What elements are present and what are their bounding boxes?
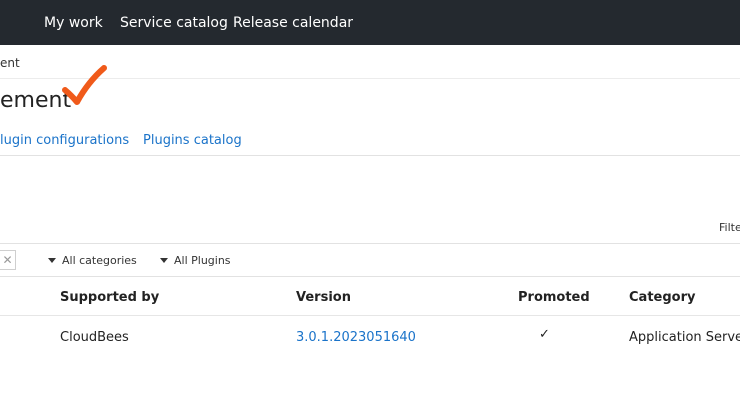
plugins-filter-dropdown[interactable]: All Plugins bbox=[160, 254, 231, 267]
checkmark-annotation-icon bbox=[62, 65, 107, 105]
plugins-filter-label: All Plugins bbox=[174, 254, 231, 267]
column-header-version[interactable]: Version bbox=[296, 290, 351, 305]
column-header-promoted[interactable]: Promoted bbox=[518, 290, 590, 305]
category-filter-dropdown[interactable]: All categories bbox=[48, 254, 137, 267]
nav-my-work[interactable]: My work bbox=[44, 15, 103, 31]
column-header-supported-by[interactable]: Supported by bbox=[60, 290, 159, 305]
caret-down-icon bbox=[48, 257, 56, 263]
cell-supported-by: CloudBees bbox=[60, 330, 129, 345]
filter-label: Filte bbox=[719, 221, 740, 234]
clear-search-button[interactable]: ✕ bbox=[0, 250, 16, 270]
divider bbox=[0, 78, 740, 79]
tab-plugins-catalog[interactable]: Plugins catalog bbox=[143, 133, 242, 148]
close-icon: ✕ bbox=[2, 253, 13, 267]
nav-release-calendar[interactable]: Release calendar bbox=[233, 15, 353, 31]
tab-plugin-configurations[interactable]: lugin configurations bbox=[0, 133, 129, 148]
divider bbox=[0, 243, 740, 244]
caret-down-icon bbox=[160, 257, 168, 263]
category-filter-label: All categories bbox=[62, 254, 137, 267]
divider bbox=[0, 315, 740, 316]
check-icon: ✓ bbox=[539, 327, 550, 342]
column-header-category[interactable]: Category bbox=[629, 290, 695, 305]
version-link[interactable]: 3.0.1.2023051640 bbox=[296, 330, 416, 345]
divider bbox=[0, 155, 740, 156]
nav-service-catalog[interactable]: Service catalog bbox=[120, 15, 228, 31]
breadcrumb[interactable]: ent bbox=[0, 56, 20, 70]
divider bbox=[0, 276, 740, 277]
cell-category: Application Server bbox=[629, 330, 740, 345]
top-navigation-bar: My work Service catalog Release calendar bbox=[0, 0, 740, 45]
